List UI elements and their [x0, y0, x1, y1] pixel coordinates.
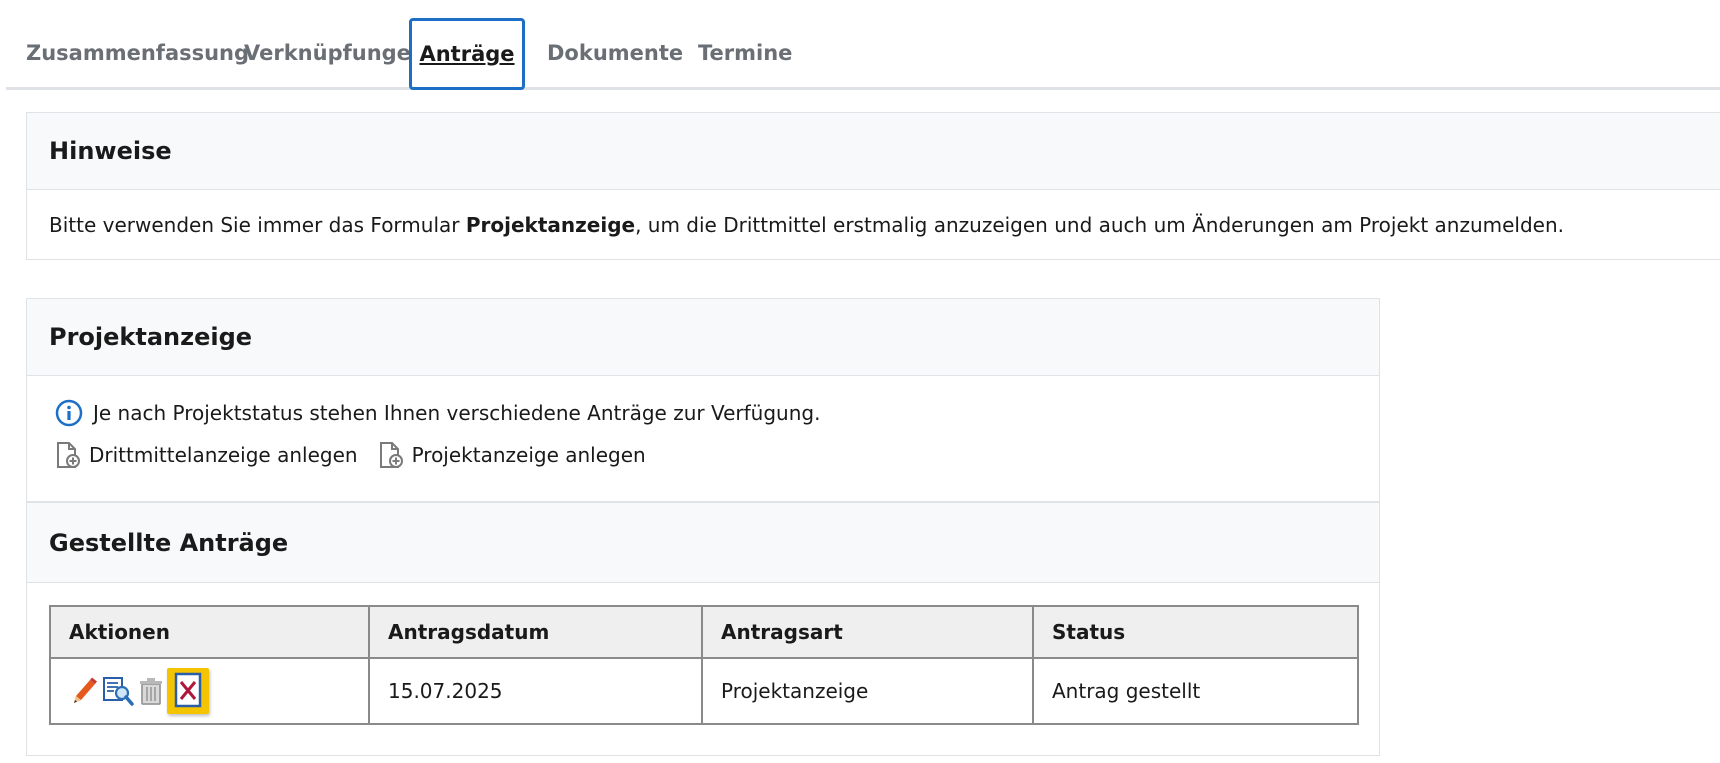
table-row: 15.07.2025 Projektanzeige Antrag gestell…	[49, 657, 1359, 725]
gestellte-antraege-title: Gestellte Anträge	[27, 503, 1379, 583]
column-header-aktionen: Aktionen	[49, 605, 370, 659]
gestellte-antraege-panel: Gestellte Anträge Aktionen Antragsdatum …	[26, 502, 1380, 756]
action-row: Drittmittelanzeige anlegen Projektanzeig…	[55, 441, 666, 469]
antraege-table: Aktionen Antragsdatum Antragsart Status	[49, 605, 1359, 725]
tab-antraege[interactable]: Anträge	[409, 18, 525, 90]
info-icon	[55, 399, 83, 427]
edit-pencil-icon[interactable]	[69, 675, 99, 707]
projektanzeige-title: Projektanzeige	[27, 299, 1379, 376]
info-text: Je nach Projektstatus stehen Ihnen versc…	[93, 401, 821, 425]
trash-icon[interactable]	[137, 675, 165, 707]
tab-termine[interactable]: Termine	[698, 18, 792, 88]
new-document-icon	[379, 442, 403, 468]
view-document-icon[interactable]	[101, 675, 135, 707]
antragsdatum-cell: 15.07.2025	[368, 657, 703, 725]
antragsart-cell: Projektanzeige	[701, 657, 1034, 725]
projektanzeige-anlegen-label: Projektanzeige anlegen	[411, 443, 646, 467]
tab-verknuepfungen[interactable]: Verknüpfungen	[244, 18, 426, 88]
column-header-status: Status	[1032, 605, 1359, 659]
hinweise-text-bold: Projektanzeige	[465, 213, 636, 237]
drittmittelanzeige-anlegen-label: Drittmittelanzeige anlegen	[89, 443, 358, 467]
column-header-antragsart: Antragsart	[701, 605, 1034, 659]
tab-bar: Zusammenfassung Verknüpfungen Anträge Do…	[6, 18, 1720, 90]
drittmittelanzeige-anlegen-link[interactable]: Drittmittelanzeige anlegen	[55, 441, 358, 469]
projektanzeige-panel: Projektanzeige Je nach Projektstatus ste…	[26, 298, 1380, 502]
hinweise-text-after: , um die Drittmittel erstmalig anzuzeige…	[635, 213, 1565, 237]
info-row: Je nach Projektstatus stehen Ihnen versc…	[55, 399, 820, 427]
actions-cell	[49, 657, 370, 725]
projektanzeige-anlegen-link[interactable]: Projektanzeige anlegen	[378, 441, 646, 469]
table-header-row: Aktionen Antragsdatum Antragsart Status	[49, 605, 1359, 659]
column-header-antragsdatum: Antragsdatum	[368, 605, 703, 659]
tab-zusammenfassung[interactable]: Zusammenfassung	[26, 18, 249, 88]
status-cell: Antrag gestellt	[1032, 657, 1359, 725]
new-document-icon	[57, 442, 80, 468]
tab-dokumente[interactable]: Dokumente	[547, 18, 683, 88]
hinweise-text: Bitte verwenden Sie immer das Formular P…	[27, 190, 1720, 260]
hinweise-title: Hinweise	[27, 113, 1720, 190]
cancel-document-icon[interactable]	[167, 668, 209, 714]
hinweise-text-before: Bitte verwenden Sie immer das Formular	[49, 213, 466, 237]
hinweise-panel: Hinweise Bitte verwenden Sie immer das F…	[26, 112, 1720, 260]
